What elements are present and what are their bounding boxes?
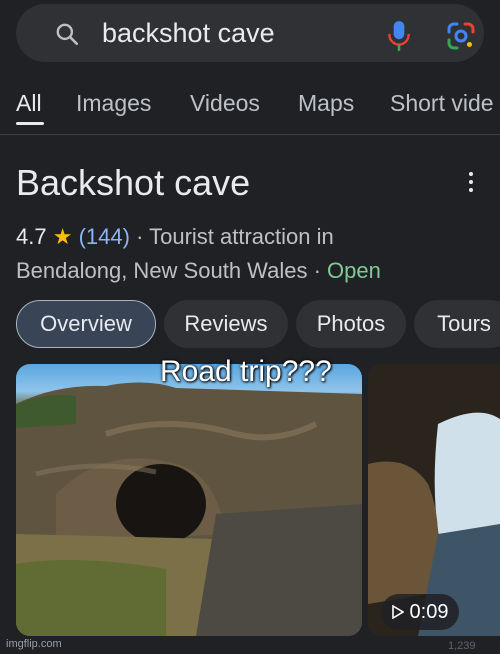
search-input[interactable]: backshot cave — [102, 18, 275, 49]
chip-overview[interactable]: Overview — [16, 300, 156, 348]
chip-photos[interactable]: Photos — [296, 300, 406, 348]
status-separator: · — [313, 258, 321, 283]
video-duration: 0:09 — [409, 600, 449, 623]
search-tabs: All Images Videos Maps Short vide — [0, 84, 500, 128]
open-status: Open — [327, 258, 381, 283]
video-duration-badge[interactable]: 0:09 — [381, 594, 459, 630]
tab-videos[interactable]: Videos — [190, 90, 260, 117]
play-icon — [391, 605, 404, 619]
search-icon[interactable] — [54, 21, 80, 47]
cave-photo-image — [16, 382, 362, 636]
tabs-divider — [0, 134, 500, 135]
more-vert-icon[interactable] — [464, 172, 478, 194]
place-category: · Tourist attraction in — [136, 224, 334, 249]
place-title: Backshot cave — [16, 162, 251, 203]
place-location: Bendalong, New South Wales — [16, 258, 308, 283]
cave-photo[interactable] — [16, 364, 362, 636]
watermark: imgflip.com — [6, 638, 62, 650]
microphone-icon[interactable] — [386, 20, 412, 52]
tab-images[interactable]: Images — [76, 90, 151, 117]
search-bar[interactable]: backshot cave — [16, 4, 484, 62]
meme-caption: Road trip??? — [160, 355, 332, 388]
reviews-count-link[interactable]: (144) — [79, 224, 130, 249]
chip-reviews[interactable]: Reviews — [164, 300, 288, 348]
star-icon: ★ — [52, 224, 73, 249]
rating-value: 4.7 — [16, 224, 47, 249]
location-line: Bendalong, New South Wales · Open — [16, 258, 381, 284]
place-chips: Overview Reviews Photos Tours — [0, 300, 500, 350]
google-lens-icon[interactable] — [446, 21, 476, 51]
chip-tours[interactable]: Tours — [414, 300, 500, 348]
tab-all[interactable]: All — [16, 90, 42, 117]
active-tab-indicator — [16, 122, 44, 125]
tab-short-videos[interactable]: Short vide — [390, 90, 494, 117]
tab-maps[interactable]: Maps — [298, 90, 354, 117]
rating-line: 4.7 ★ (144) · Tourist attraction in — [16, 224, 334, 250]
footer-counter: 1,239 — [448, 640, 476, 652]
